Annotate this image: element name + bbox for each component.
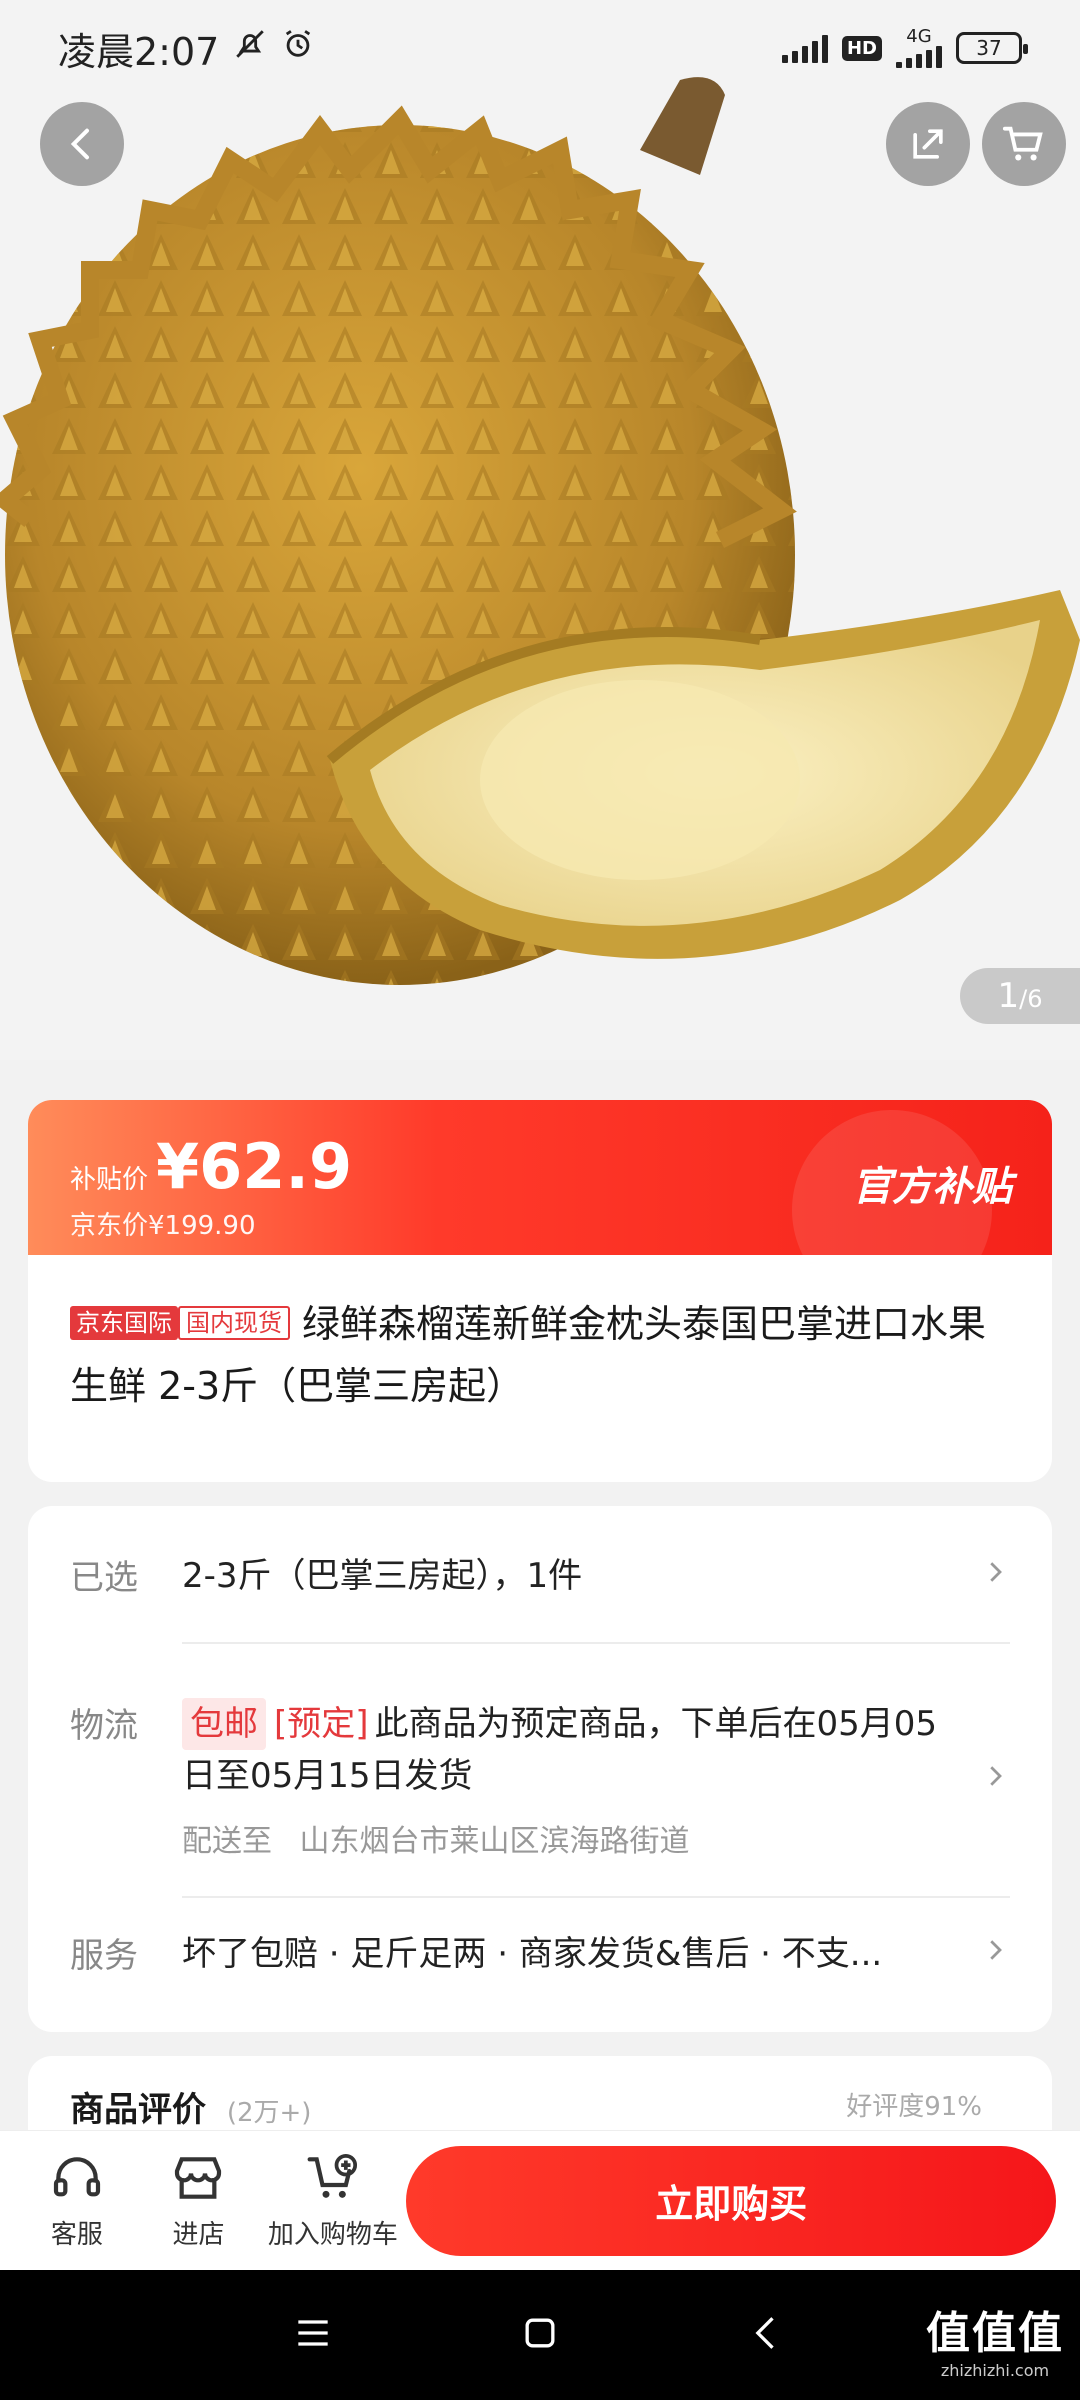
- signal-icon: [781, 33, 828, 63]
- watermark-sub: zhizhizhi.com: [940, 2361, 1050, 2380]
- chevron-right-icon: [980, 1556, 1010, 1586]
- logistics-body: 包邮 [预定] 此商品为预定商品，下单后在05月05日至05月15日发货 配送至 山…: [182, 1698, 1010, 1868]
- cart-button[interactable]: [982, 102, 1066, 186]
- product-image-gallery[interactable]: 1 /6: [0, 0, 1080, 1060]
- reviews-count: (2万+): [226, 2098, 312, 2128]
- watermark: 值值值 zhizhizhi.com: [926, 2297, 1064, 2380]
- network-indicator: 4G: [896, 28, 942, 68]
- cart-icon: [1002, 126, 1043, 161]
- logistics-label: 物流: [70, 1706, 138, 1746]
- watermark-main: 值值值: [926, 2308, 1064, 2359]
- status-left: 凌晨2:07: [58, 21, 315, 76]
- share-button[interactable]: [886, 102, 970, 186]
- reviews-rate: 好评度91%: [846, 2092, 982, 2122]
- chevron-right-icon: [980, 1934, 1010, 1964]
- add-to-cart-label: 加入购物车: [267, 2220, 398, 2250]
- store-label: 进店: [172, 2220, 225, 2250]
- back-button[interactable]: [40, 102, 124, 186]
- reviews-title: 商品评价: [70, 2090, 206, 2130]
- network-type: 4G: [906, 26, 932, 47]
- buy-now-button[interactable]: 立即购买: [406, 2145, 1056, 2256]
- official-subsidy-badge: 官方补贴: [852, 1164, 1012, 1210]
- hd-badge: HD: [841, 35, 882, 61]
- status-time: 凌晨2:07: [58, 29, 220, 74]
- price-card: 补贴价 ¥62.9 京东价¥199.90 官方补贴 京东国际 国内现货 绿鲜森榴莲新…: [28, 1100, 1052, 1482]
- mute-bell-icon: [233, 26, 267, 70]
- share-icon: [913, 129, 943, 159]
- add-to-cart-button[interactable]: 加入购物车: [259, 2150, 406, 2251]
- cart-plus-icon: [307, 2153, 357, 2198]
- price-banner: 补贴价 ¥62.9 京东价¥199.90 官方补贴: [28, 1100, 1052, 1310]
- selection-value: 2-3斤（巴掌三房起），1件: [182, 1556, 583, 1596]
- alarm-icon: [281, 26, 315, 70]
- service-row[interactable]: 服务 坏了包赔 · 足斤足两 · 商家发货&售后 · 不支...: [70, 1868, 1010, 1980]
- system-nav-bar: 值值值 zhizhizhi.com: [0, 2270, 1080, 2400]
- back-icon[interactable]: [745, 2311, 789, 2359]
- image-page-indicator: 1 /6: [960, 968, 1080, 1024]
- tag-jd-international: 京东国际: [70, 1306, 178, 1340]
- page-total: /6: [1019, 985, 1043, 1013]
- bottom-action-bar: 客服 进店 加入购物车 立即购买: [0, 2130, 1080, 2270]
- service-label: 服务: [70, 1936, 138, 1976]
- chevron-right-icon: [980, 1760, 1010, 1790]
- logistics-row[interactable]: 物流 包邮 [预定] 此商品为预定商品，下单后在05月05日至05月15日发货 配送…: [70, 1602, 1010, 1868]
- selection-row[interactable]: 已选 2-3斤（巴掌三房起），1件: [70, 1506, 1010, 1602]
- home-icon[interactable]: [518, 2311, 562, 2359]
- presale-badge: [预定]: [274, 1704, 369, 1744]
- delivery-address: 配送至 山东烟台市莱山区滨海路街道: [182, 1816, 950, 1868]
- store-icon: [175, 2157, 222, 2199]
- chevron-left-icon: [70, 128, 89, 160]
- free-shipping-badge: 包邮: [182, 1698, 266, 1750]
- store-button[interactable]: 进店: [138, 2150, 260, 2251]
- status-bar: 凌晨2:07 HD 4G 37: [0, 0, 1080, 96]
- page-current: 1: [997, 976, 1020, 1016]
- status-right: HD 4G 37: [781, 28, 1028, 68]
- battery-level: 37: [976, 36, 1002, 60]
- tag-domestic-stock: 国内现货: [178, 1306, 290, 1340]
- customer-service-label: 客服: [50, 2220, 103, 2250]
- customer-service-button[interactable]: 客服: [16, 2150, 138, 2251]
- selection-label: 已选: [70, 1558, 138, 1598]
- subsidy-label: 补贴价: [70, 1165, 149, 1195]
- address-text: 山东烟台市莱山区滨海路街道: [299, 1824, 690, 1859]
- signal-icon-2: [896, 46, 942, 68]
- deliver-to-label: 配送至: [182, 1824, 272, 1859]
- menu-icon[interactable]: [291, 2311, 335, 2359]
- product-info-card: 已选 2-3斤（巴掌三房起），1件 物流 包邮 [预定] 此商品为预定商品，下单后在…: [28, 1506, 1052, 2032]
- logistics-info: 包邮 [预定] 此商品为预定商品，下单后在05月05日至05月15日发货: [182, 1698, 950, 1802]
- service-value: 坏了包赔 · 足斤足两 · 商家发货&售后 · 不支...: [182, 1934, 883, 1974]
- headset-icon: [53, 2157, 100, 2197]
- battery-icon: 37: [956, 32, 1028, 64]
- subsidy-price: ¥62.9: [156, 1130, 353, 1203]
